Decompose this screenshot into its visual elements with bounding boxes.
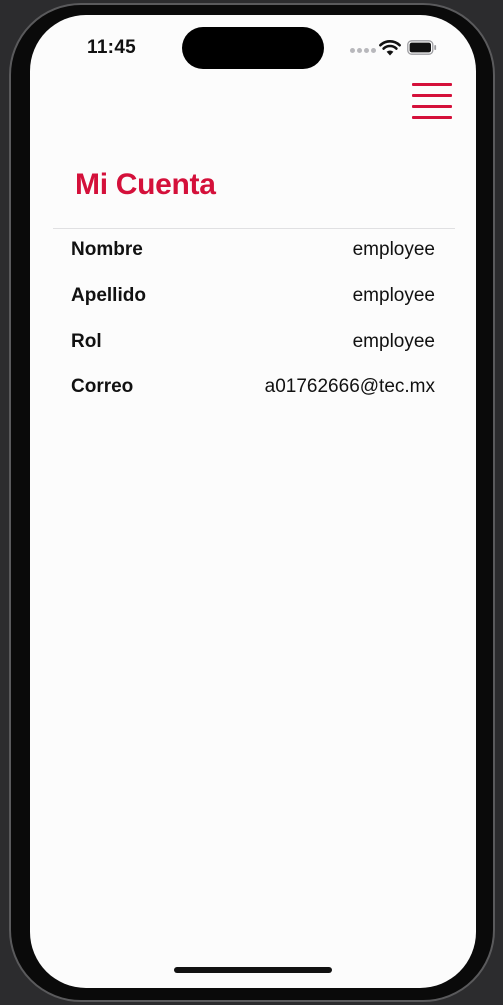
info-label: Correo — [71, 376, 134, 397]
info-label: Apellido — [71, 285, 146, 306]
info-value: employee — [352, 239, 435, 260]
info-label: Rol — [71, 331, 102, 352]
info-row-rol: Rol employee — [71, 327, 435, 357]
page-title: Mi Cuenta — [75, 168, 216, 201]
info-row-apellido: Apellido employee — [71, 281, 435, 311]
info-value: employee — [352, 285, 435, 306]
status-time: 11:45 — [87, 37, 137, 58]
home-indicator[interactable] — [174, 967, 332, 973]
menu-line-icon — [412, 83, 452, 86]
menu-line-icon — [412, 94, 452, 97]
dynamic-island — [182, 27, 324, 69]
wifi-icon — [379, 40, 401, 56]
info-value: a01762666@tec.mx — [264, 376, 435, 397]
info-row-nombre: Nombre employee — [71, 235, 435, 265]
menu-line-icon — [412, 105, 452, 108]
cellular-signal-icon — [350, 48, 378, 56]
phone-screen: 11:45 Mi Cuenta Nombre employee Apellido… — [30, 15, 476, 988]
title-divider — [53, 228, 455, 229]
battery-icon — [407, 40, 437, 55]
info-row-correo: Correo a01762666@tec.mx — [71, 372, 435, 402]
info-value: employee — [352, 331, 435, 352]
menu-line-icon — [412, 116, 452, 119]
menu-button[interactable] — [410, 81, 454, 121]
info-label: Nombre — [71, 239, 143, 260]
